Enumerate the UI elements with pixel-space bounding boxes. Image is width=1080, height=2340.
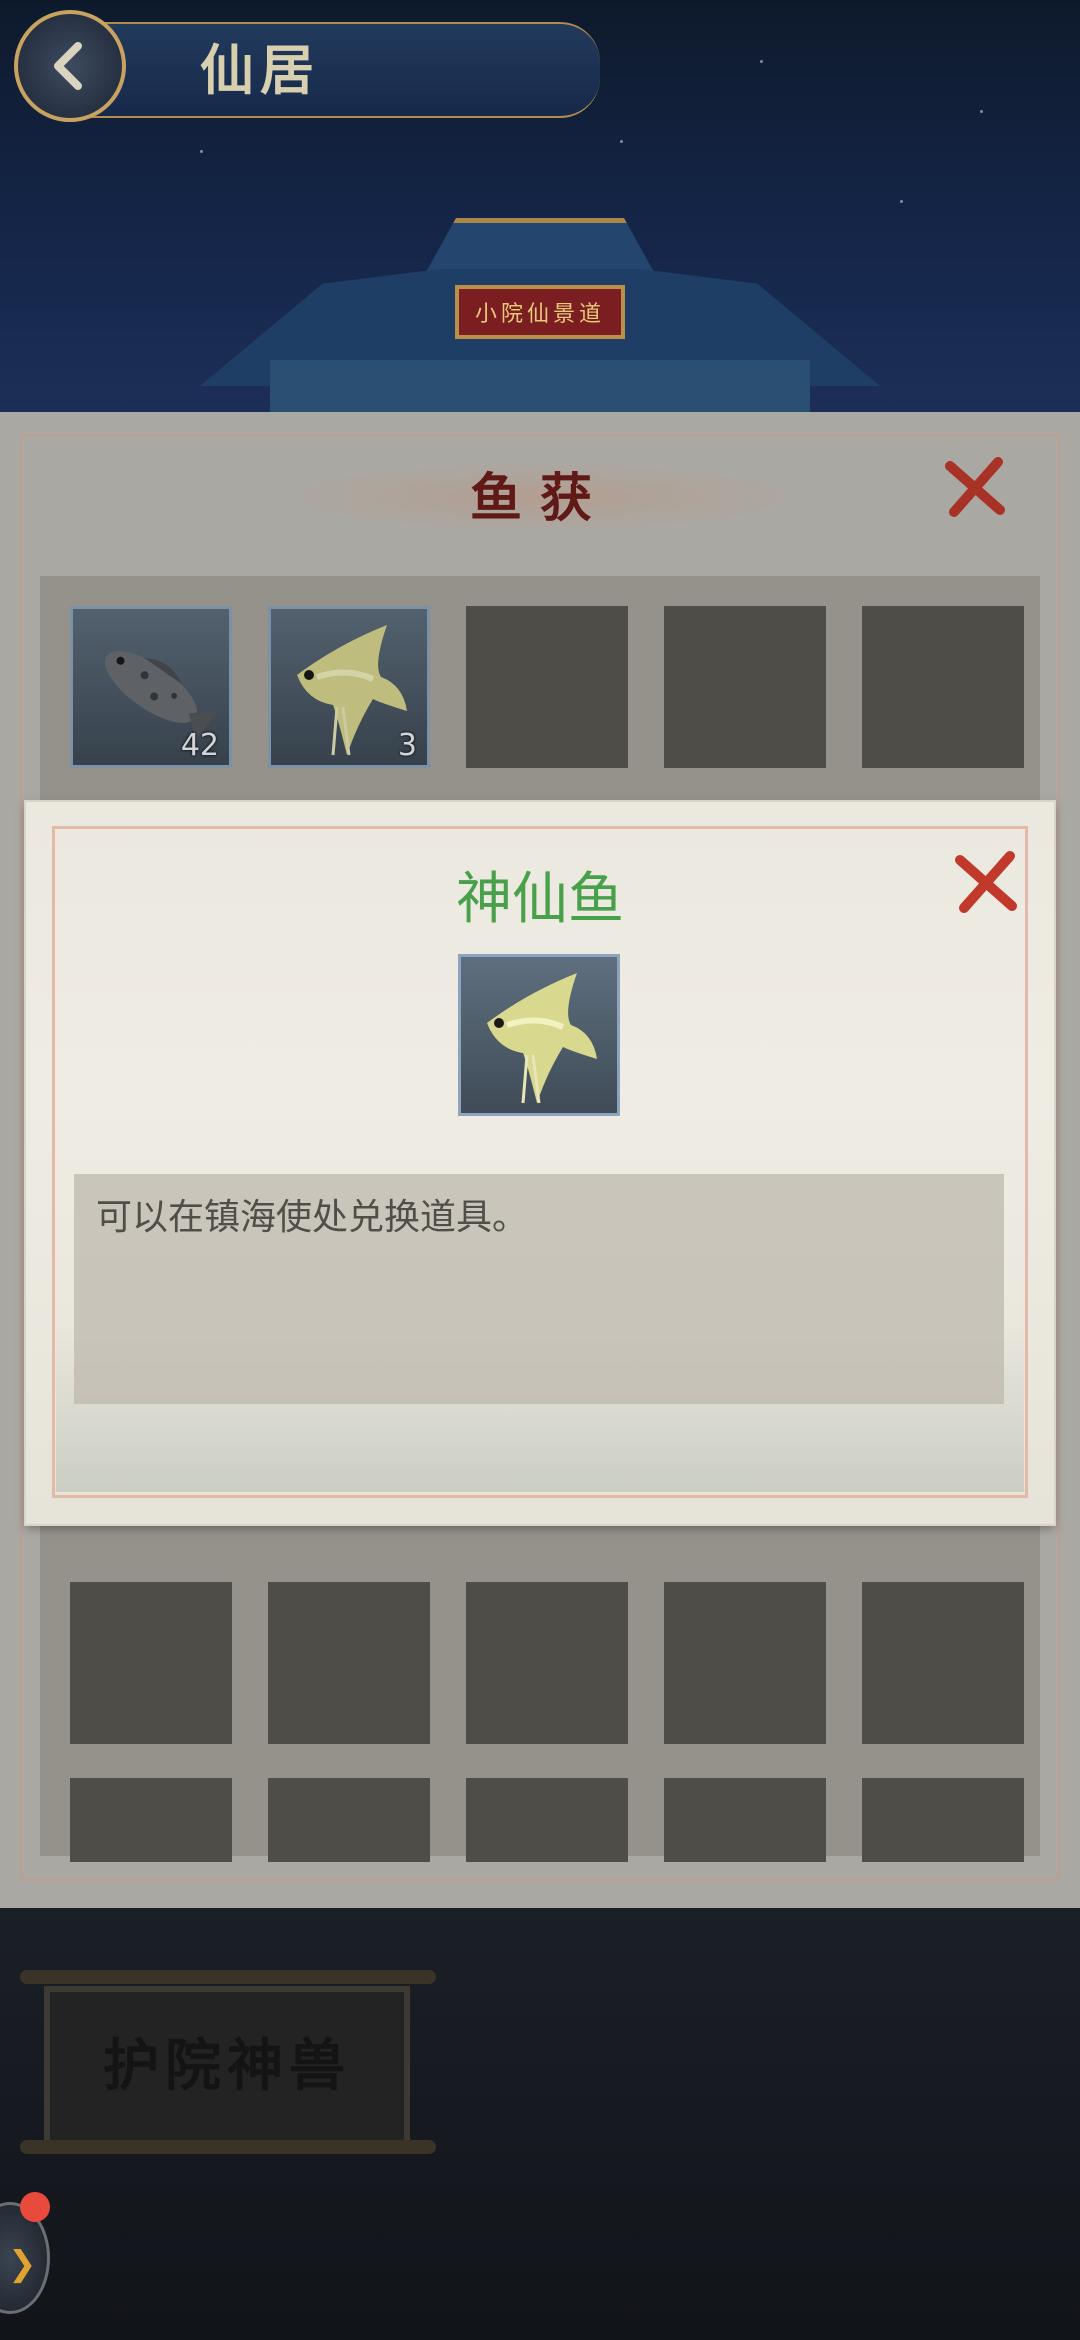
angelfish-icon: [487, 973, 597, 1104]
item-name: 神仙鱼: [456, 867, 624, 932]
star: [200, 150, 203, 153]
item-description-box: 可以在镇海使处兑换道具。: [74, 1174, 1004, 1404]
star: [980, 110, 983, 113]
item-description: 可以在镇海使处兑换道具。: [96, 1197, 529, 1238]
guardian-beast-label: 护院神兽: [103, 2033, 351, 2099]
star: [760, 60, 763, 63]
scene-header: 仙居 小院仙景道: [0, 0, 1080, 412]
item-detail-popup: 神仙鱼 可以在镇海使处兑换道具。: [26, 802, 1054, 1524]
star: [900, 200, 903, 203]
pavilion-body: [270, 360, 810, 412]
back-button[interactable]: [14, 10, 126, 122]
pavilion-plaque: 小院仙景道: [455, 285, 625, 339]
page-title: 仙居: [200, 38, 320, 102]
item-icon: [458, 954, 620, 1116]
title-bar: [60, 22, 600, 118]
close-icon[interactable]: [950, 846, 1022, 918]
scene-footer: 护院神兽: [0, 1908, 1080, 2340]
star: [620, 140, 623, 143]
scroll-rod-top: [20, 1970, 436, 1984]
chevron-left-icon: [54, 42, 82, 90]
chevron-right-icon: ❯: [8, 2244, 37, 2284]
notification-dot: [20, 2192, 50, 2222]
